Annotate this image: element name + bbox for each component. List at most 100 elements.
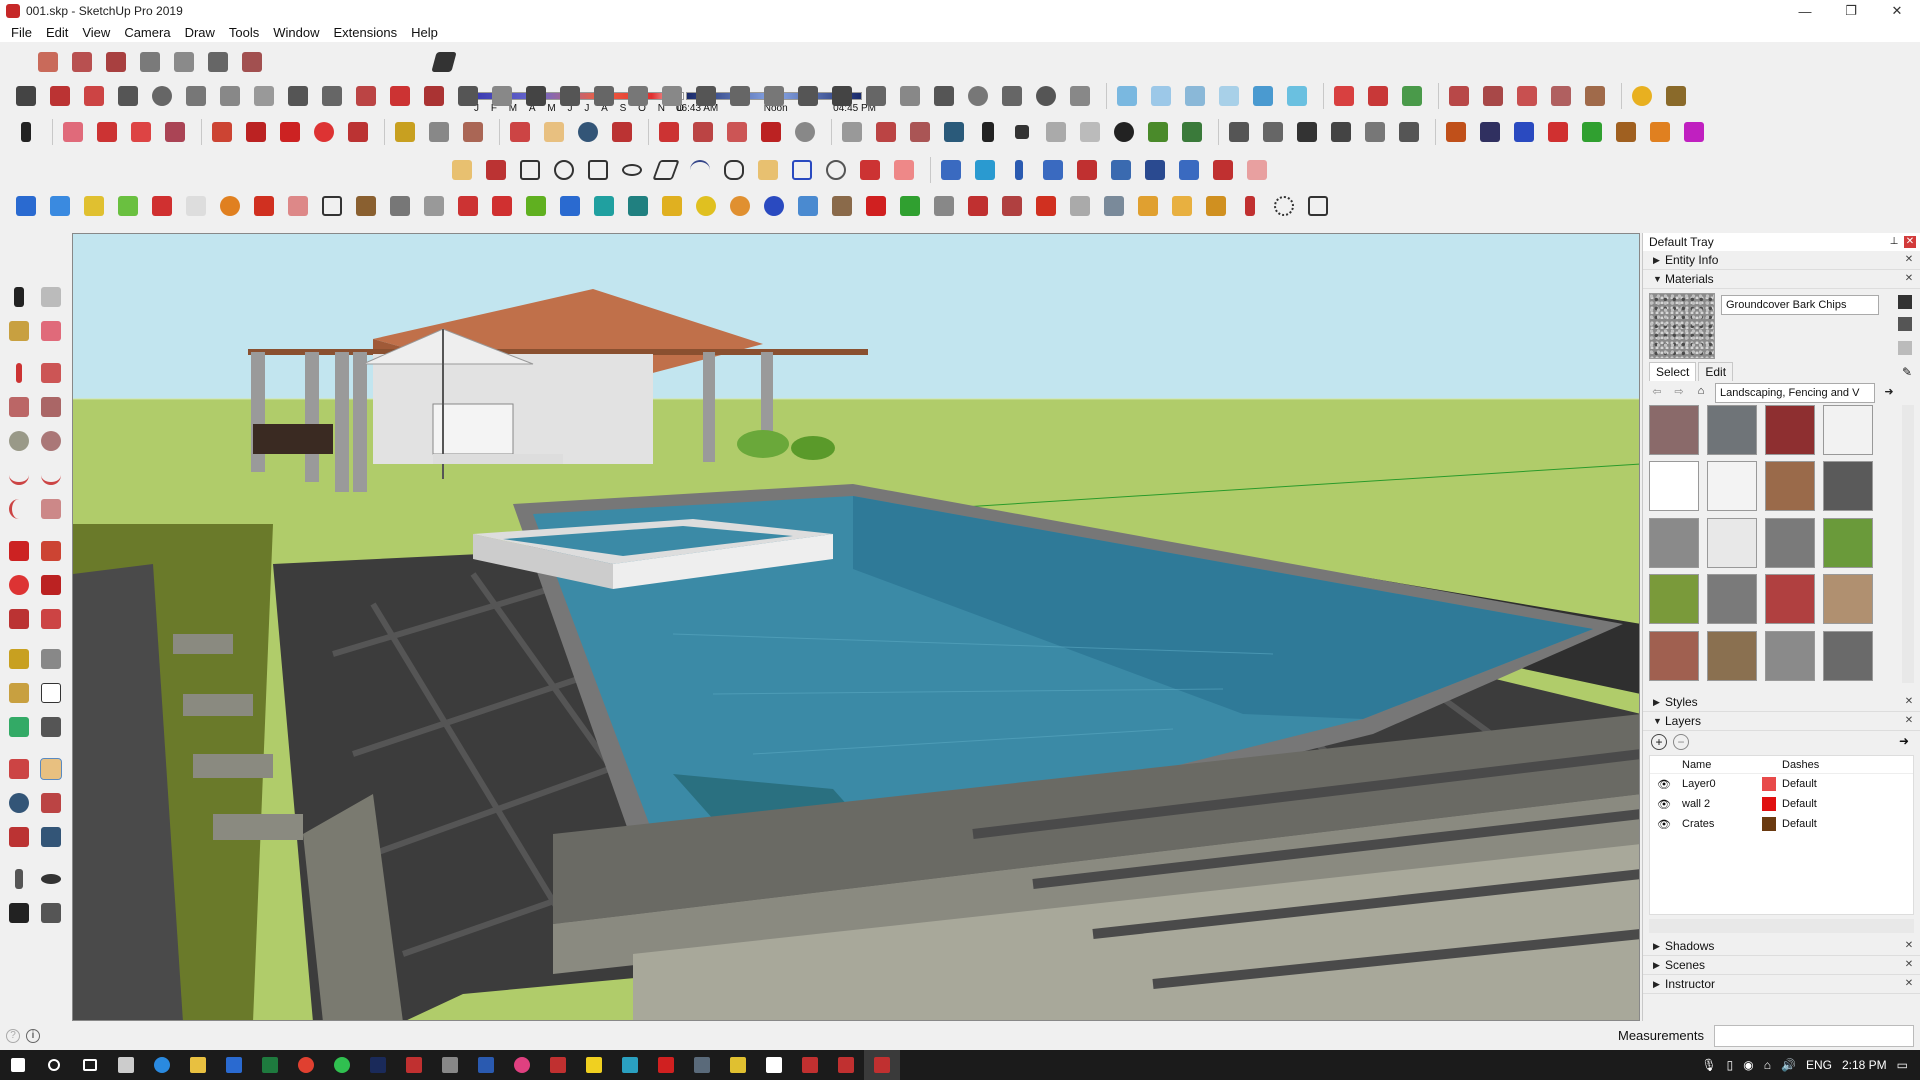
dashes-column-header[interactable]: Dashes	[1778, 759, 1858, 771]
layer-color-swatch[interactable]	[1762, 777, 1778, 791]
bezier-handle-icon[interactable]	[1581, 82, 1609, 110]
move-icon[interactable]	[276, 118, 304, 146]
cone-icon[interactable]	[998, 82, 1026, 110]
extrude-icon[interactable]	[250, 82, 278, 110]
grid-icon[interactable]	[828, 82, 856, 110]
sample-paint-icon[interactable]: ✎	[1896, 363, 1918, 381]
curve-tool-icon[interactable]	[448, 156, 476, 184]
teal-tree-icon[interactable]	[624, 192, 652, 220]
top-view-icon[interactable]	[68, 48, 96, 76]
right-view-icon[interactable]	[136, 48, 164, 76]
scenes-panel-header[interactable]: ▶ Scenes ✕	[1643, 956, 1920, 975]
house-iso-icon[interactable]	[1225, 118, 1253, 146]
freehand-icon[interactable]	[754, 156, 782, 184]
undo-blue-icon[interactable]	[1175, 156, 1203, 184]
fredo-move-icon[interactable]	[1442, 118, 1470, 146]
menu-view[interactable]: View	[75, 25, 117, 40]
component-options-icon[interactable]	[937, 156, 965, 184]
material-swatch[interactable]	[1707, 517, 1757, 568]
fredo-brown-icon[interactable]	[1612, 118, 1640, 146]
orange-curl-icon[interactable]	[726, 192, 754, 220]
select-arrow-icon[interactable]	[12, 118, 40, 146]
fredo-orange-icon[interactable]	[1646, 118, 1674, 146]
eraser-icon[interactable]	[59, 118, 87, 146]
shadows-panel-header[interactable]: ▶ Shadows ✕	[1643, 937, 1920, 956]
layer-dashes[interactable]: Default	[1778, 778, 1858, 790]
plugin-yellow-icon[interactable]	[971, 156, 999, 184]
visibility-eye-icon[interactable]: 👁	[1650, 818, 1678, 831]
loft-icon[interactable]	[182, 82, 210, 110]
gray-pipe-icon[interactable]	[930, 192, 958, 220]
twist-icon[interactable]	[726, 82, 754, 110]
material-swatch[interactable]	[1823, 630, 1873, 681]
material-swatch[interactable]	[1649, 461, 1699, 512]
rectangle-icon[interactable]	[161, 118, 189, 146]
clock[interactable]: 2:18 PM	[1842, 1058, 1887, 1072]
house-outline-icon[interactable]	[1361, 118, 1389, 146]
prism-icon[interactable]	[1215, 82, 1243, 110]
previous-view-icon[interactable]	[38, 824, 64, 850]
orange-grid-3-icon[interactable]	[1202, 192, 1230, 220]
blue-x-icon[interactable]	[556, 192, 584, 220]
surface-icon[interactable]	[1283, 82, 1311, 110]
frame-icon[interactable]	[1100, 192, 1128, 220]
weld-icon[interactable]	[856, 156, 884, 184]
material-swatch[interactable]	[1707, 630, 1757, 681]
pie-tool-icon[interactable]	[38, 496, 64, 522]
layout-icon[interactable]	[723, 118, 751, 146]
fredo-t-icon[interactable]	[1476, 118, 1504, 146]
visibility-eye-icon[interactable]: 👁	[1650, 778, 1678, 791]
soft-select-icon[interactable]	[1547, 82, 1575, 110]
look-around-icon[interactable]	[38, 866, 64, 892]
fredo-blue-icon[interactable]	[1510, 118, 1538, 146]
fredo-red-icon[interactable]	[1544, 118, 1572, 146]
styles-panel-header[interactable]: ▶ Styles ✕	[1643, 693, 1920, 712]
geo-location-icon[interactable]: ?	[6, 1029, 20, 1043]
app-icon-5[interactable]	[684, 1050, 720, 1080]
panel-close-icon[interactable]: ✕	[1902, 715, 1916, 727]
position-camera-icon[interactable]	[6, 866, 32, 892]
menu-tools[interactable]: Tools	[222, 25, 266, 40]
delete-component-icon[interactable]	[1076, 118, 1104, 146]
tape-measure-tool-icon[interactable]	[6, 646, 32, 672]
blue-spiral-icon[interactable]	[760, 192, 788, 220]
triangle-icon[interactable]	[488, 82, 516, 110]
fredo-green-icon[interactable]	[1578, 118, 1606, 146]
menu-extensions[interactable]: Extensions	[327, 25, 405, 40]
tab-select[interactable]: Select	[1649, 362, 1697, 381]
orange-spiral-icon[interactable]	[216, 192, 244, 220]
green-cube-icon[interactable]	[1144, 118, 1172, 146]
mirror-icon[interactable]	[1141, 156, 1169, 184]
zoom-tool-icon[interactable]	[6, 790, 32, 816]
delete-layer-icon[interactable]: −	[1673, 734, 1689, 750]
yellow-hook-icon[interactable]	[692, 192, 720, 220]
green-arrow-icon[interactable]	[1178, 118, 1206, 146]
plugin-t-icon[interactable]	[1005, 156, 1033, 184]
text-tool-icon[interactable]	[38, 680, 64, 706]
shape-parallelogram-icon[interactable]	[652, 156, 680, 184]
push-pull-tool-icon[interactable]	[38, 538, 64, 564]
fence-icon[interactable]	[556, 82, 584, 110]
material-swatch[interactable]	[1765, 630, 1815, 681]
layer-dashes[interactable]: Default	[1778, 818, 1858, 830]
home-icon[interactable]: ⌂	[1693, 385, 1709, 401]
teal-cone-icon[interactable]	[590, 192, 618, 220]
list-icon[interactable]	[284, 192, 312, 220]
grid-layout-icon[interactable]	[1304, 192, 1332, 220]
stop-icon[interactable]	[1008, 118, 1036, 146]
bezier-curve-icon[interactable]	[686, 156, 714, 184]
scale-tool-icon[interactable]	[6, 606, 32, 632]
menu-help[interactable]: Help	[404, 25, 445, 40]
pen-blue-icon[interactable]	[1249, 82, 1277, 110]
layer-row[interactable]: 👁 Layer0 Default	[1650, 774, 1913, 794]
orange-grid-icon[interactable]	[1134, 192, 1162, 220]
blue-curve-icon[interactable]	[788, 156, 816, 184]
hatch-icon[interactable]	[862, 82, 890, 110]
axes-tool-icon[interactable]	[6, 714, 32, 740]
make-component-icon[interactable]	[38, 284, 64, 310]
tools-icon[interactable]	[1662, 82, 1690, 110]
layer-color-swatch[interactable]	[1762, 797, 1778, 811]
green-bars-icon[interactable]	[896, 192, 924, 220]
profile-icon[interactable]	[791, 118, 819, 146]
back-arrow-icon[interactable]: ⇦	[1649, 385, 1665, 401]
